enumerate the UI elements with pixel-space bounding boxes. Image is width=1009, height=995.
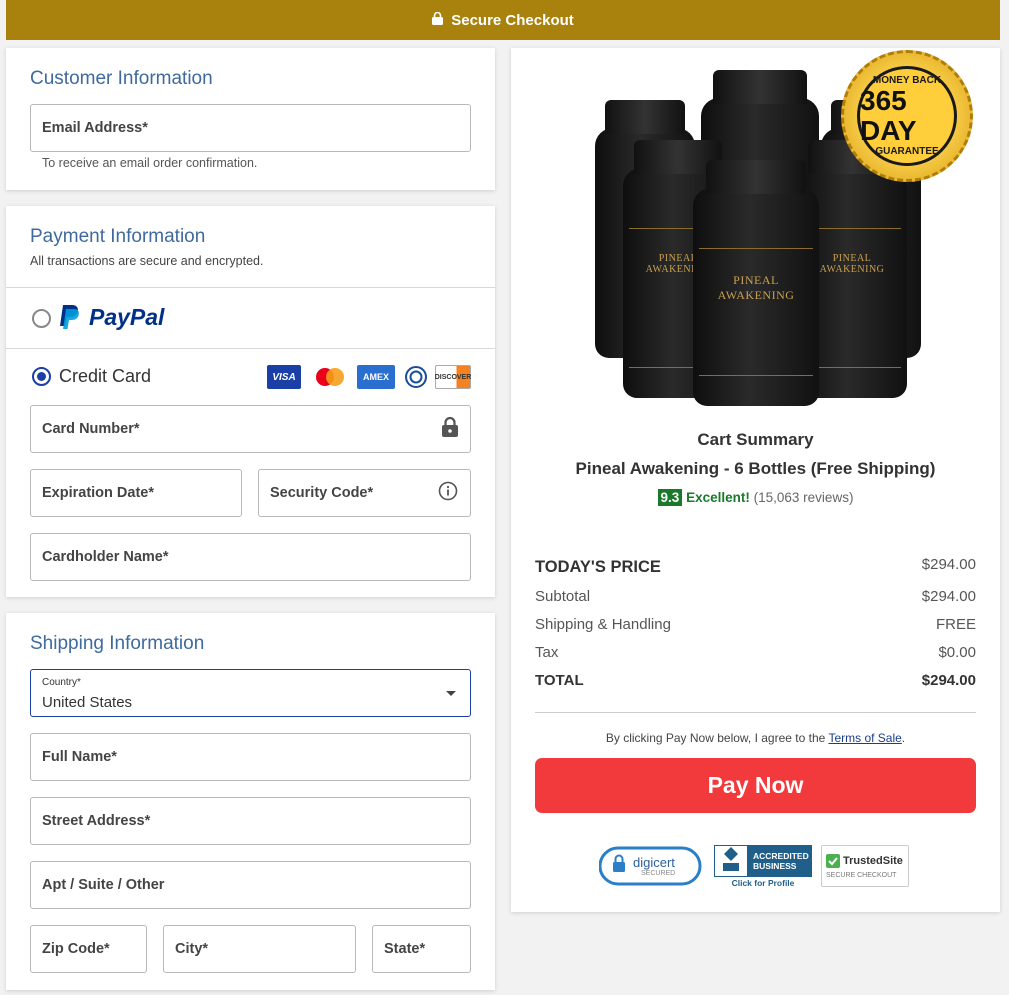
apt-suite-label: Apt / Suite / Other [42,877,165,893]
customer-information-title: Customer Information [30,68,213,89]
visa-icon: VISA [267,365,301,389]
rating-word: Excellent! [686,490,750,505]
secure-checkout-title: Secure Checkout [451,11,574,29]
state-field[interactable]: State* [372,925,471,973]
payment-subtitle: All transactions are secure and encrypte… [30,254,264,268]
city-field[interactable]: City* [163,925,356,973]
tax-value: $0.00 [938,644,976,661]
zip-code-field[interactable]: Zip Code* [30,925,147,973]
paypal-label: PayPal [89,303,165,330]
card-number-field[interactable]: Card Number* [30,405,471,453]
divider [6,348,495,349]
subtotal-value: $294.00 [921,588,976,605]
amex-icon: AMEX [357,365,395,389]
badge-main-text: 365 DAY [860,85,917,146]
secure-checkout-bar: Secure Checkout [6,0,1000,40]
shipping-label: Shipping & Handling [535,616,671,633]
card-number-label: Card Number* [42,421,140,437]
full-name-label: Full Name* [42,749,117,765]
badge-bottom-text: GUARANTEE [875,146,939,157]
cardholder-name-label: Cardholder Name* [42,549,169,565]
subtotal-label: Subtotal [535,588,591,605]
credit-card-radio[interactable] [32,367,51,386]
divider [6,287,495,288]
email-field[interactable]: Email Address* [30,104,471,152]
bbb-line2: BUSINESS [753,860,797,871]
total-value: $294.00 [921,672,976,689]
tax-row: Tax $0.00 [535,644,976,661]
mastercard-icon [312,365,348,389]
expiration-date-label: Expiration Date* [42,485,154,501]
cart-summary-card: PINEAL AWAKENING PINEAL AWAKENING PINEAL… [511,48,1000,912]
bbb-sub: Click for Profile [731,877,795,888]
shipping-information-card: Shipping Information Country* United Sta… [6,613,495,990]
security-code-label: Security Code* [270,485,374,501]
info-icon[interactable] [438,481,458,505]
subtotal-row: Subtotal $294.00 [535,588,976,605]
shipping-row: Shipping & Handling FREE [535,616,976,633]
todays-price-row: TODAY'S PRICE $294.00 [535,556,976,577]
todays-price-label: TODAY'S PRICE [535,558,661,576]
customer-information-card: Customer Information Email Address* To r… [6,48,495,190]
trustedsite-sub: SECURE CHECKOUT [826,871,897,879]
city-label: City* [175,941,209,957]
state-label: State* [384,941,426,957]
bbb-accredited-seal[interactable]: ACCREDITED BUSINESS Click for Profile [714,844,812,888]
diners-club-icon [403,365,428,389]
lock-icon [432,11,444,29]
payment-information-card: Payment Information All transactions are… [6,206,495,597]
cardholder-name-field[interactable]: Cardholder Name* [30,533,471,581]
digicert-sub: SECURED [641,870,676,877]
rating-count: (15,063 reviews) [753,490,854,505]
expiration-date-field[interactable]: Expiration Date* [30,469,242,517]
product-bottle: PINEAL AWAKENING [693,160,819,406]
credit-card-label[interactable]: Credit Card [59,366,151,387]
security-code-field[interactable]: Security Code* [258,469,471,517]
total-label: TOTAL [535,672,584,689]
todays-price-value: $294.00 [921,556,976,573]
country-label: Country* [42,677,81,688]
rating-score: 9.3 [657,489,683,506]
shipping-information-title: Shipping Information [30,633,205,654]
tax-label: Tax [535,644,559,661]
bottle-label: PINEAL AWAKENING [699,248,813,376]
full-name-field[interactable]: Full Name* [30,733,471,781]
terms-suffix: . [901,731,906,745]
paypal-icon [60,305,79,329]
digicert-seal[interactable]: digicert SECURED [599,845,705,887]
divider [535,712,976,713]
street-address-label: Street Address* [42,813,151,829]
money-back-guarantee-badge: MONEY BACK 365 DAY GUARANTEE [841,50,973,182]
rating-row: 9.3 Excellent! (15,063 reviews) [511,489,1000,506]
cart-summary-title: Cart Summary [697,430,814,449]
shipping-value: FREE [935,616,976,633]
lock-icon [442,416,458,441]
country-select[interactable]: Country* United States [30,669,471,717]
paypal-radio[interactable] [32,309,51,328]
trustedsite-text: TrustedSite [843,854,903,867]
checkmark-icon [826,853,840,868]
email-label: Email Address* [42,120,148,136]
pay-now-button[interactable]: Pay Now [535,758,976,813]
apt-suite-field[interactable]: Apt / Suite / Other [30,861,471,909]
trustedsite-seal[interactable]: TrustedSite SECURE CHECKOUT [821,845,909,887]
total-row: TOTAL $294.00 [535,672,976,689]
street-address-field[interactable]: Street Address* [30,797,471,845]
zip-code-label: Zip Code* [42,941,110,957]
terms-of-sale-link[interactable]: Terms of Sale [828,731,901,745]
chevron-down-icon [446,691,456,696]
terms-text: By clicking Pay Now below, I agree to th… [511,731,1000,745]
country-value: United States [42,694,133,711]
bbb-line1: ACCREDITED [753,850,809,861]
terms-prefix: By clicking Pay Now below, I agree to th… [605,731,826,745]
digicert-text: digicert [633,855,675,870]
paypal-logo[interactable]: PayPal [58,303,164,331]
discover-icon: DISCOVER [435,365,471,389]
payment-information-title: Payment Information [30,226,206,247]
bbb-logo-icon [715,845,747,876]
product-name: Pineal Awakening - 6 Bottles (Free Shipp… [575,459,936,478]
email-hint: To receive an email order confirmation. [42,156,258,170]
